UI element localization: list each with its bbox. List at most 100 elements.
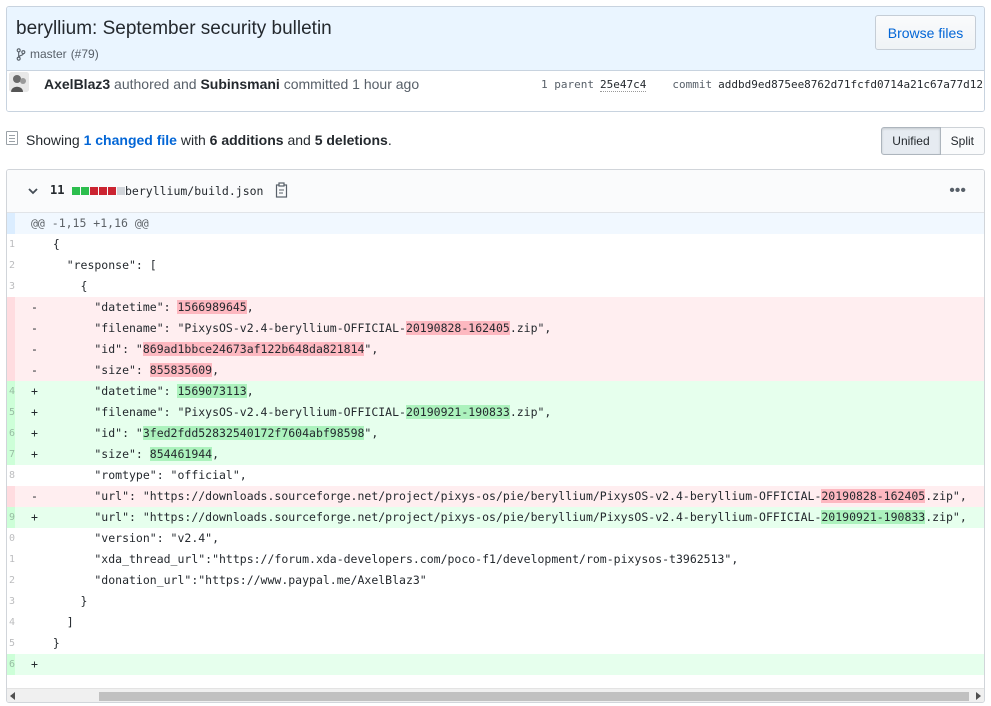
code-text-tail: , [212, 447, 220, 461]
line-number[interactable] [7, 486, 15, 507]
line-number[interactable]: 3 [7, 591, 15, 612]
scroll-right-icon[interactable] [976, 692, 981, 700]
pr-link[interactable]: (#79) [71, 47, 99, 61]
code-highlight: 20190828-162405 [821, 489, 926, 503]
diff-marker: + [31, 510, 38, 524]
code-text: "datetime": [39, 300, 178, 314]
commit-title: beryllium: September security bulletin [16, 18, 332, 39]
clipboard-icon[interactable] [275, 182, 289, 198]
code-line: "filename": "PixysOS-v2.4-beryllium-OFFI… [39, 402, 984, 423]
commit-sha: addbd9ed875ee8762d71fcfd0714a21c67a77d12 [718, 78, 983, 91]
line-number[interactable]: 4 [7, 612, 15, 633]
line-number[interactable] [7, 360, 15, 381]
diff-marker: - [31, 342, 38, 356]
code-text: "donation_url":"https://www.paypal.me/Ax… [39, 573, 427, 587]
line-number[interactable]: 1 [7, 234, 15, 255]
line-number[interactable]: 6 [7, 654, 15, 675]
line-number[interactable]: 1 [7, 549, 15, 570]
code-line: "size": 854461944, [39, 444, 984, 465]
diffstat-blocks [72, 187, 125, 195]
code-highlight: 20190921-190833 [405, 405, 510, 419]
split-button[interactable]: Split [940, 127, 985, 155]
file-header: 11 beryllium/build.json ••• [7, 170, 984, 213]
chevron-down-icon[interactable] [27, 184, 41, 198]
committer-link[interactable]: Subinsmani [200, 76, 279, 92]
diff-toc: Showing 1 changed file with 6 additions … [6, 126, 985, 156]
diffstat-block [90, 187, 98, 195]
diff-marker [15, 633, 39, 654]
additions-count: 6 additions [209, 132, 284, 148]
diffstat-block [72, 187, 80, 195]
line-number[interactable]: 5 [7, 402, 15, 423]
author-link[interactable]: AxelBlaz3 [44, 76, 110, 92]
code-text: "size": [39, 447, 150, 461]
unified-button[interactable]: Unified [881, 127, 941, 155]
diff-marker: - [31, 300, 38, 314]
code-line: "id": "3fed2fdd52832540172f7604abf98598"… [39, 423, 984, 444]
horizontal-scrollbar[interactable] [7, 688, 984, 702]
diff-row-context: 2 "donation_url":"https://www.paypal.me/… [7, 570, 984, 591]
code-text-tail: .zip", [925, 489, 967, 503]
diff-marker [15, 255, 39, 276]
diff-row-deletion: - "datetime": 1566989645, [7, 297, 984, 318]
file-diff-icon [6, 131, 18, 145]
line-number[interactable] [7, 297, 15, 318]
line-number[interactable] [7, 339, 15, 360]
commit-shas: 1 parent 25e47c4 commit addbd9ed875ee876… [541, 78, 983, 92]
diff-marker: + [31, 447, 38, 461]
code-line: "url": "https://downloads.sourceforge.ne… [39, 507, 984, 528]
toc-period: . [387, 132, 392, 148]
code-text-tail: , [246, 300, 254, 314]
code-line: { [39, 234, 984, 255]
diff-marker [15, 234, 39, 255]
code-text: "id": " [39, 342, 143, 356]
line-number[interactable]: 2 [7, 570, 15, 591]
line-number[interactable] [7, 318, 15, 339]
diff-row-deletion: - "size": 855835609, [7, 360, 984, 381]
parent-sha-link[interactable]: 25e47c4 [599, 78, 647, 92]
line-number[interactable]: 2 [7, 255, 15, 276]
line-number[interactable]: 6 [7, 423, 15, 444]
diff-row-context: 4 ] [7, 612, 984, 633]
code-text-tail: .zip", [509, 321, 552, 335]
line-number[interactable]: 9 [7, 507, 15, 528]
git-branch-icon [16, 47, 26, 61]
changed-files-link[interactable]: 1 changed file [84, 132, 177, 148]
code-text: "size": [39, 363, 150, 377]
code-text: } [39, 594, 88, 608]
browse-files-button[interactable]: Browse files [875, 15, 976, 50]
toc-and: and [287, 132, 311, 148]
diff-row-addition: 7 + "size": 854461944, [7, 444, 984, 465]
code-highlight: 854461944 [149, 447, 213, 461]
diff-row-addition: 9 + "url": "https://downloads.sourceforge… [7, 507, 984, 528]
code-text-tail: , [212, 363, 220, 377]
code-text: "romtype": "official", [39, 468, 247, 482]
diff-row-addition: 4 + "datetime": 1569073113, [7, 381, 984, 402]
code-highlight: 855835609 [149, 363, 213, 377]
commit-title-area: beryllium: September security bulletin m… [7, 7, 984, 71]
hunk-expand[interactable] [7, 213, 15, 234]
line-number[interactable]: 8 [7, 465, 15, 486]
author-line: AxelBlaz3 authored and Subinsmani commit… [44, 76, 419, 92]
scroll-left-icon[interactable] [10, 692, 15, 700]
line-number[interactable]: 5 [7, 633, 15, 654]
code-line: } [39, 591, 984, 612]
branch-name[interactable]: master [30, 47, 67, 61]
authored-text: authored and [114, 76, 197, 92]
code-line: { [39, 276, 984, 297]
scrollbar-thumb[interactable] [99, 692, 969, 701]
avatar[interactable] [9, 72, 29, 92]
line-number[interactable]: 3 [7, 276, 15, 297]
code-text-tail: .zip", [509, 405, 552, 419]
line-number[interactable]: 0 [7, 528, 15, 549]
file-name[interactable]: beryllium/build.json [125, 184, 263, 198]
toc-with: with [180, 132, 206, 148]
diff-marker: - [31, 321, 38, 335]
kebab-icon[interactable]: ••• [949, 182, 966, 200]
line-number[interactable]: 4 [7, 381, 15, 402]
file-diff: 11 beryllium/build.json ••• @@ -1,15 +1,… [6, 169, 985, 703]
diff-marker: + [31, 657, 38, 671]
line-number[interactable]: 7 [7, 444, 15, 465]
diff-marker [15, 528, 39, 549]
